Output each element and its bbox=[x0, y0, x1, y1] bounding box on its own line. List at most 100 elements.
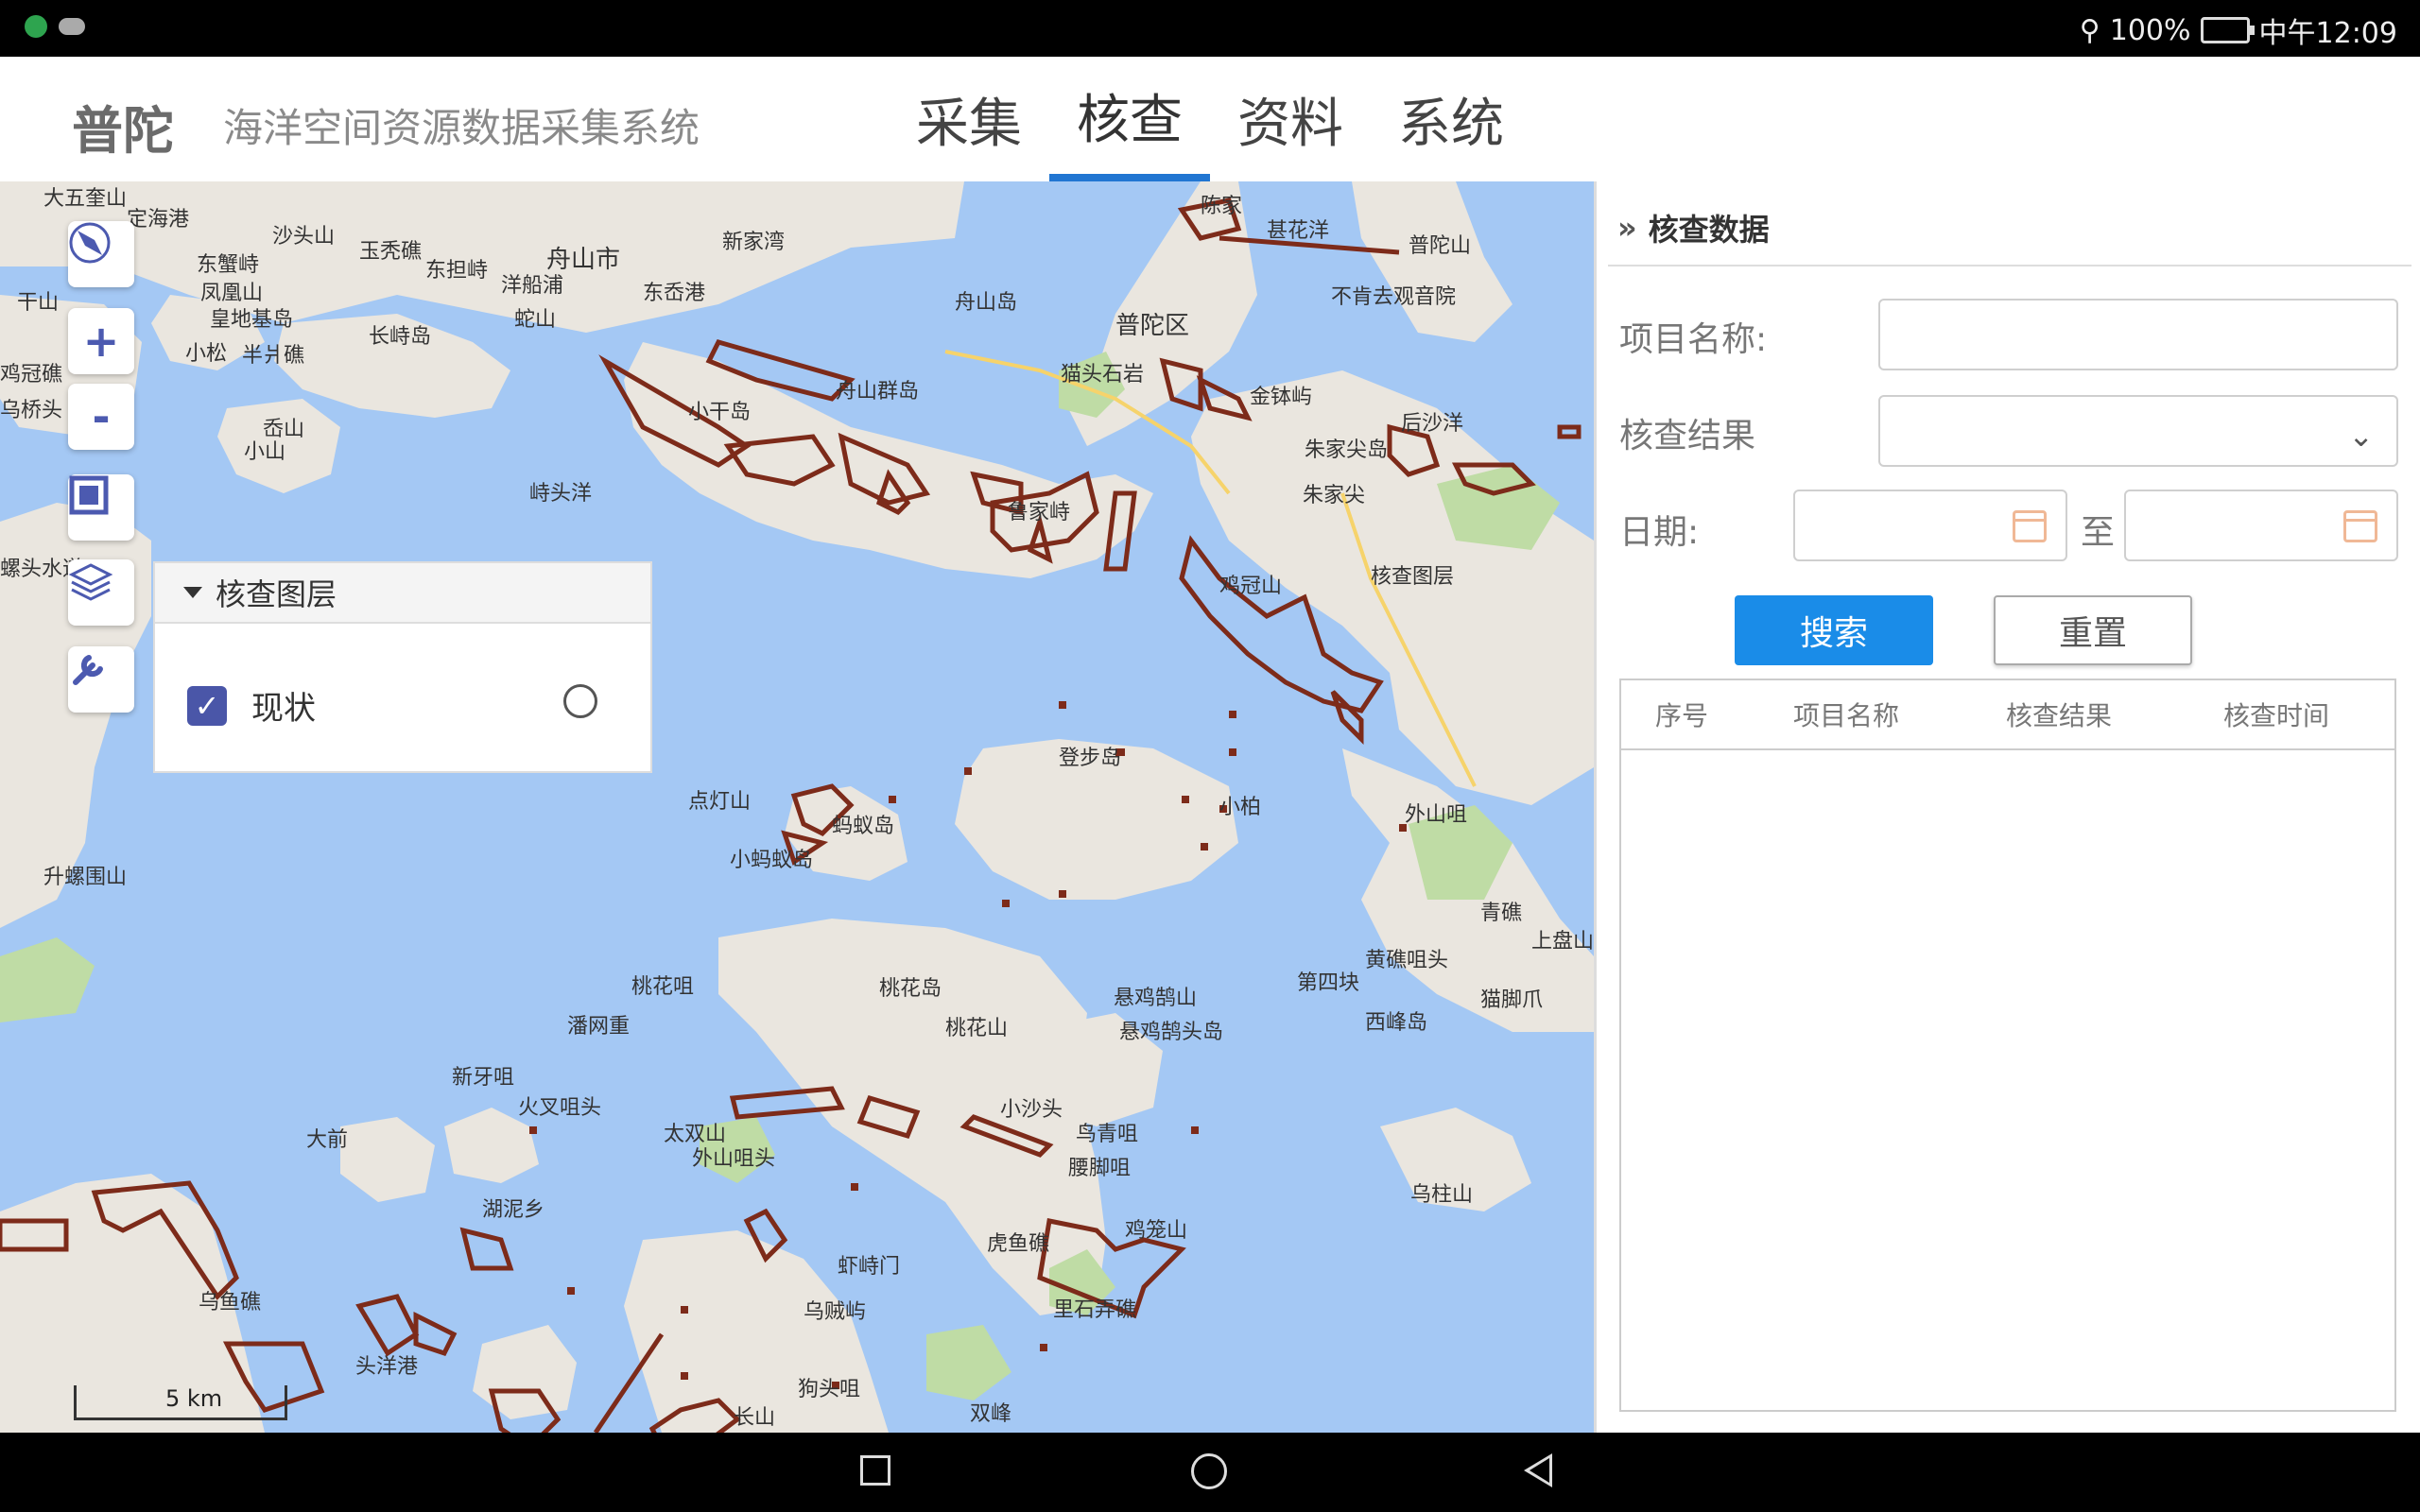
layers-icon bbox=[68, 563, 113, 601]
map-label: 虾峙门 bbox=[838, 1255, 901, 1279]
layer-panel: 核查图层 ✓ 现状 bbox=[153, 561, 652, 773]
caret-down-icon bbox=[183, 587, 202, 598]
zoom-out-button[interactable]: - bbox=[68, 384, 134, 450]
verify-result-select[interactable]: ⌄ bbox=[1878, 395, 2398, 467]
date-label: 日期: bbox=[1619, 513, 1700, 552]
layer-radio[interactable] bbox=[563, 684, 597, 718]
double-chevron-right-icon[interactable]: » bbox=[1617, 210, 1637, 246]
map-label: 桃花岛 bbox=[879, 977, 942, 1001]
main-tabs: 采集 核查 资料 系统 bbox=[889, 57, 1531, 181]
search-button[interactable]: 搜索 bbox=[1735, 595, 1933, 665]
divider bbox=[1608, 265, 2411, 266]
results-table: 序号 项目名称 核查结果 核查时间 bbox=[1619, 679, 2396, 1412]
tab-materials[interactable]: 资料 bbox=[1210, 57, 1371, 181]
map-label: 玉秃礁 bbox=[359, 240, 423, 264]
map-label: 猫头石岩 bbox=[1061, 363, 1145, 387]
map-label: 后沙洋 bbox=[1401, 412, 1464, 436]
map-label: 潘网重 bbox=[567, 1015, 631, 1039]
layer-row: ✓ 现状 bbox=[187, 682, 316, 729]
zoom-in-button[interactable]: + bbox=[68, 308, 134, 374]
map-label: 猫脚爪 bbox=[1480, 988, 1544, 1012]
map-label: 朱家尖岛 bbox=[1305, 438, 1389, 462]
map-label: 大五奎山 bbox=[43, 187, 128, 211]
map-label: 第四块 bbox=[1297, 971, 1360, 995]
recent-apps-icon[interactable] bbox=[860, 1455, 890, 1486]
map-label: 桃花山 bbox=[945, 1017, 1009, 1040]
layer-panel-header[interactable]: 核查图层 bbox=[155, 563, 650, 624]
cloud-icon bbox=[59, 18, 85, 35]
map-label: 小柏 bbox=[1219, 796, 1262, 819]
home-icon[interactable] bbox=[1191, 1453, 1227, 1489]
layer-checkbox[interactable]: ✓ bbox=[187, 685, 227, 726]
map-label: 桃花咀 bbox=[631, 975, 695, 999]
map-label: 小沙头 bbox=[1000, 1098, 1063, 1122]
tab-verify[interactable]: 核查 bbox=[1049, 57, 1210, 181]
map-label: 腰脚咀 bbox=[1068, 1157, 1132, 1180]
table-header: 序号 项目名称 核查结果 核查时间 bbox=[1621, 680, 2394, 750]
map-label: 西峰岛 bbox=[1365, 1011, 1428, 1035]
layer-label: 现状 bbox=[251, 690, 316, 728]
compass-button[interactable] bbox=[68, 221, 134, 287]
map-label: 鸡冠山 bbox=[1219, 575, 1283, 598]
map-label: 乌柱山 bbox=[1410, 1183, 1474, 1207]
scale-label: 5 km bbox=[165, 1385, 223, 1412]
map-label: 鸟青咀 bbox=[1076, 1123, 1139, 1146]
status-bar: ⚲ 100% 中午12:09 bbox=[0, 0, 2420, 57]
tab-collect[interactable]: 采集 bbox=[889, 57, 1049, 181]
tab-system[interactable]: 系统 bbox=[1371, 57, 1531, 181]
map-label: 小山 bbox=[244, 440, 286, 464]
map-base-layer bbox=[0, 181, 1594, 1433]
map-label: 登步岛 bbox=[1059, 747, 1122, 770]
map-label: 长山 bbox=[734, 1406, 776, 1430]
map-label: 舟山群岛 bbox=[836, 380, 920, 404]
map-label: 点灯山 bbox=[688, 790, 752, 814]
wrench-icon bbox=[73, 655, 103, 685]
map-label: 舟山岛 bbox=[955, 291, 1018, 315]
calendar-icon bbox=[2013, 510, 2047, 542]
map-label: 皇地基岛 bbox=[210, 308, 294, 332]
project-name-label: 项目名称: bbox=[1619, 320, 1768, 359]
map-label: 双峰 bbox=[970, 1402, 1012, 1426]
panel-title: 核查数据 bbox=[1648, 212, 1770, 248]
column-header-index: 序号 bbox=[1654, 700, 1708, 731]
map-label: 定海港 bbox=[127, 208, 190, 232]
tools-button[interactable] bbox=[68, 646, 134, 713]
map-label: 悬鸡鹄山 bbox=[1114, 987, 1198, 1010]
back-icon[interactable] bbox=[1524, 1453, 1552, 1487]
map-label: 黄礁咀头 bbox=[1365, 949, 1449, 972]
brand-title: 普陀 bbox=[72, 101, 174, 161]
map-label: 鸡笼山 bbox=[1125, 1219, 1188, 1243]
map-label: 悬鸡鹄头岛 bbox=[1119, 1021, 1224, 1044]
map-label: 蚂蚁岛 bbox=[832, 815, 895, 838]
map-label: 新牙咀 bbox=[452, 1066, 515, 1090]
map-label: 金钵屿 bbox=[1250, 386, 1313, 409]
map-label: 青礁 bbox=[1480, 902, 1523, 925]
map-label: 核查图层 bbox=[1371, 565, 1455, 589]
layers-button[interactable] bbox=[68, 559, 134, 626]
location-icon: ⚲ bbox=[2079, 13, 2100, 47]
date-to-input[interactable] bbox=[2124, 490, 2398, 561]
verify-data-panel: » 核查数据 项目名称: 核查结果 ⌄ 日期: 至 搜索 重置 序号 项目名称 … bbox=[1594, 181, 2420, 1433]
map-label: 东岙港 bbox=[643, 282, 706, 305]
date-from-input[interactable] bbox=[1793, 490, 2067, 561]
map-label: 升螺围山 bbox=[43, 866, 128, 889]
map-label: 陈家 bbox=[1201, 195, 1243, 218]
map-label: 半爿礁 bbox=[242, 344, 305, 368]
map-label: 东蟹峙 bbox=[197, 253, 260, 277]
map-label: 鸡冠礁 bbox=[0, 363, 63, 387]
fullscreen-button[interactable] bbox=[68, 474, 134, 541]
app-subtitle: 海洋空间资源数据采集系统 bbox=[223, 105, 700, 151]
map-label: 乌桥头 bbox=[0, 399, 63, 422]
map-label: 鲁家峙 bbox=[1008, 501, 1071, 524]
project-name-input[interactable] bbox=[1878, 299, 2398, 370]
map-label: 外山咀头 bbox=[692, 1147, 776, 1171]
map-label: 头洋港 bbox=[355, 1355, 419, 1379]
panel-header: » 核查数据 bbox=[1617, 206, 1770, 249]
reset-button[interactable]: 重置 bbox=[1994, 595, 2192, 665]
map-label: 朱家尖 bbox=[1303, 484, 1366, 507]
map-label: 沙头山 bbox=[272, 225, 336, 249]
map-canvas[interactable]: 大五奎山 定海港 沙头山 玉秃礁 舟山市 新家湾 东岙港 陈家 普陀山 干山 东… bbox=[0, 181, 1594, 1433]
map-label: 湖泥乡 bbox=[482, 1198, 545, 1222]
map-label: 小干岛 bbox=[688, 401, 752, 424]
map-label: 蛇山 bbox=[514, 308, 557, 332]
